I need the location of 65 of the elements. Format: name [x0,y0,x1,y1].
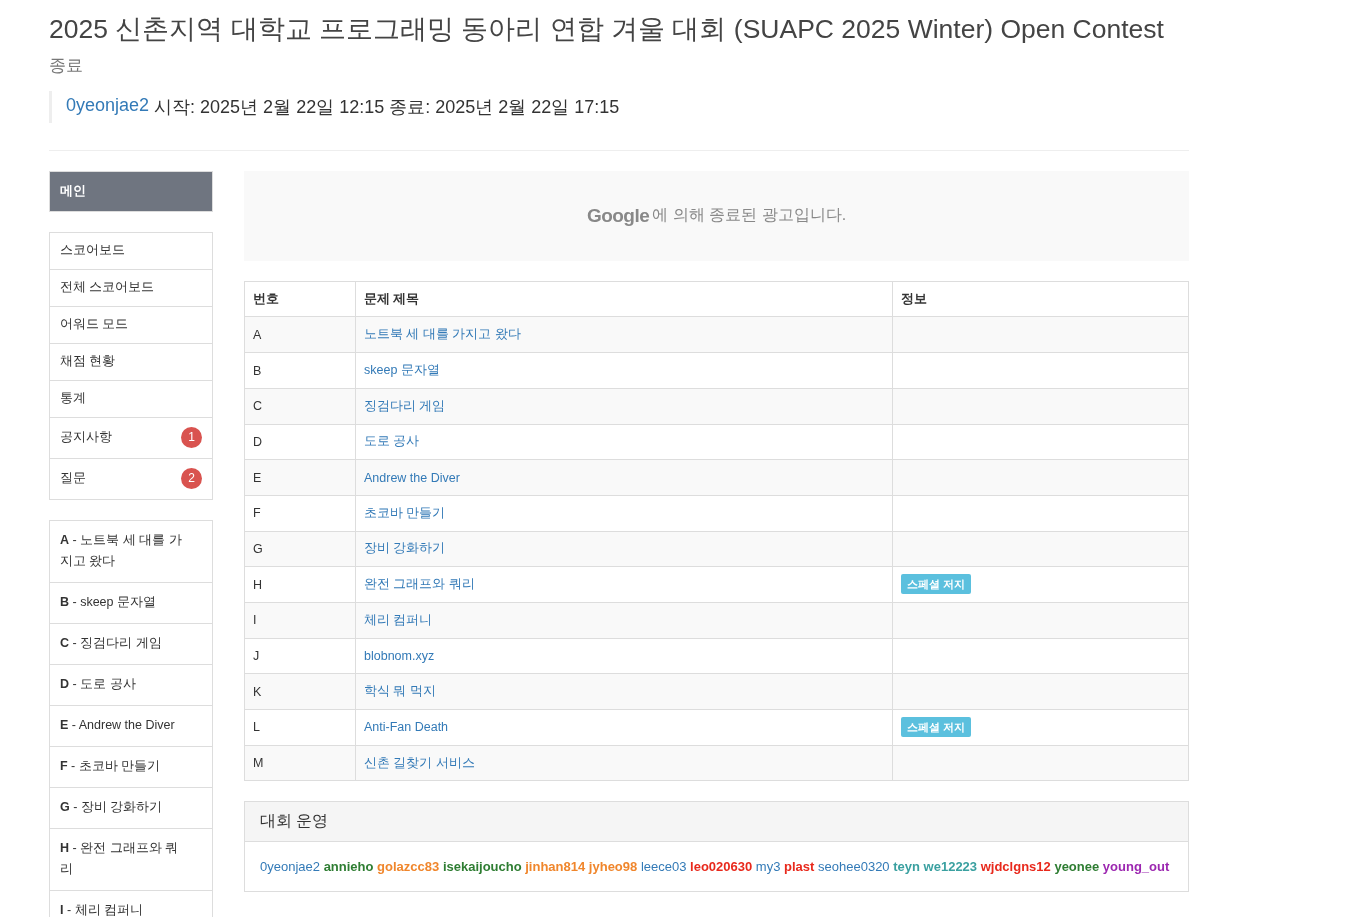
table-cell: L [244,709,356,746]
user-link[interactable]: plast [784,859,815,875]
problem-title-link[interactable]: 장비 강화하기 [364,541,446,556]
table-cell: J [244,638,356,674]
user-link[interactable]: isekaijoucho [442,859,522,875]
problem-title-link[interactable]: Anti-Fan Death [364,720,449,735]
user-link[interactable]: yeonee [1054,859,1100,875]
table-cell: B [244,352,356,389]
user-link[interactable]: leo020630 [690,859,753,875]
user-link[interactable]: jyheo98 [588,859,638,875]
problem-title-link[interactable]: Andrew the Diver [364,470,460,485]
special-judge-label: 스페셜 저지 [901,574,971,595]
item-label: 통계 [60,390,86,408]
table-cell: C [244,388,356,425]
column-header: 정보 [892,281,1189,317]
item-label: 어워드 모드 [60,316,129,334]
user-link[interactable]: annieho [323,859,374,875]
user-link[interactable]: my3 [755,859,781,875]
problem-title-link[interactable]: blobnom.xyz [364,649,435,663]
table-cell: F [244,495,356,532]
google-logo: Google [586,204,650,227]
item-label: 스코어보드 [60,242,125,260]
table-cell: D [244,424,356,460]
user-link[interactable]: leece03 [640,859,687,875]
table-cell: I [244,602,356,639]
user-link[interactable]: young_out [1102,859,1170,875]
user-link[interactable]: jinhan814 [525,859,586,875]
problem-title-link[interactable]: 체리 컴퍼니 [364,612,433,627]
problem-title-link[interactable]: 완전 그래프와 쿼리 [364,577,475,592]
column-header: 문제 제목 [355,281,893,317]
special-judge-label: 스페셜 저지 [901,716,971,737]
user-link[interactable]: 0yeonjae2 [260,859,320,875]
problem-title-link[interactable]: 도로 공사 [364,434,420,449]
table-cell: G [244,531,356,567]
sidebar-item[interactable]: 메인 [50,171,212,211]
user-link[interactable]: wjdclgns12 [980,859,1051,875]
problem-title-link[interactable]: 초코바 만들기 [364,505,446,520]
count-badge: 2 [181,468,202,490]
problem-title-link[interactable]: 학식 뭐 먹지 [364,684,436,699]
table-cell: M [244,745,356,781]
problem-title-link[interactable]: 신촌 길찾기 서비스 [364,755,475,770]
user-link[interactable]: seohee0320 [818,859,890,875]
user-link[interactable]: we12223 [923,859,978,875]
column-header: 번호 [244,281,356,317]
item-label: 채점 현황 [60,353,116,371]
panel-title: 대회 운영 [245,802,1188,843]
contest-status: 종료 [49,54,84,77]
user-link[interactable]: teyn [893,859,920,875]
ad-message: 에 의해 종료된 광고입니다. [652,205,847,226]
item-label: 전체 스코어보드 [60,279,155,297]
contest-title: 2025 신촌지역 대학교 프로그래밍 동아리 연합 겨울 대회 (SUAPC 2025 Winter) Open Contest [49,14,1165,46]
problem-link[interactable]: I - 체리 컴퍼니 [50,889,212,917]
item-label: 공지사항 [60,429,112,447]
table-cell: H [244,566,356,603]
table-cell: K [244,673,356,710]
item-label: 질문 [60,470,86,488]
user-link[interactable]: golazcc83 [377,859,440,875]
author-link[interactable]: 0yeonjae2 [66,94,150,119]
problem-title-link[interactable]: 노트북 세 대를 가지고 왔다 [364,327,521,342]
table-cell: E [244,459,356,496]
contest-schedule: 시작: 2025년 2월 22일 12:15 종료: 2025년 2월 22일 17:15 [154,95,620,119]
problem-title-link[interactable]: 징검다리 게임 [364,398,446,413]
problem-title-link[interactable]: skeep 문자열 [364,363,440,377]
count-badge: 1 [181,427,202,449]
table-cell: A [244,317,356,353]
